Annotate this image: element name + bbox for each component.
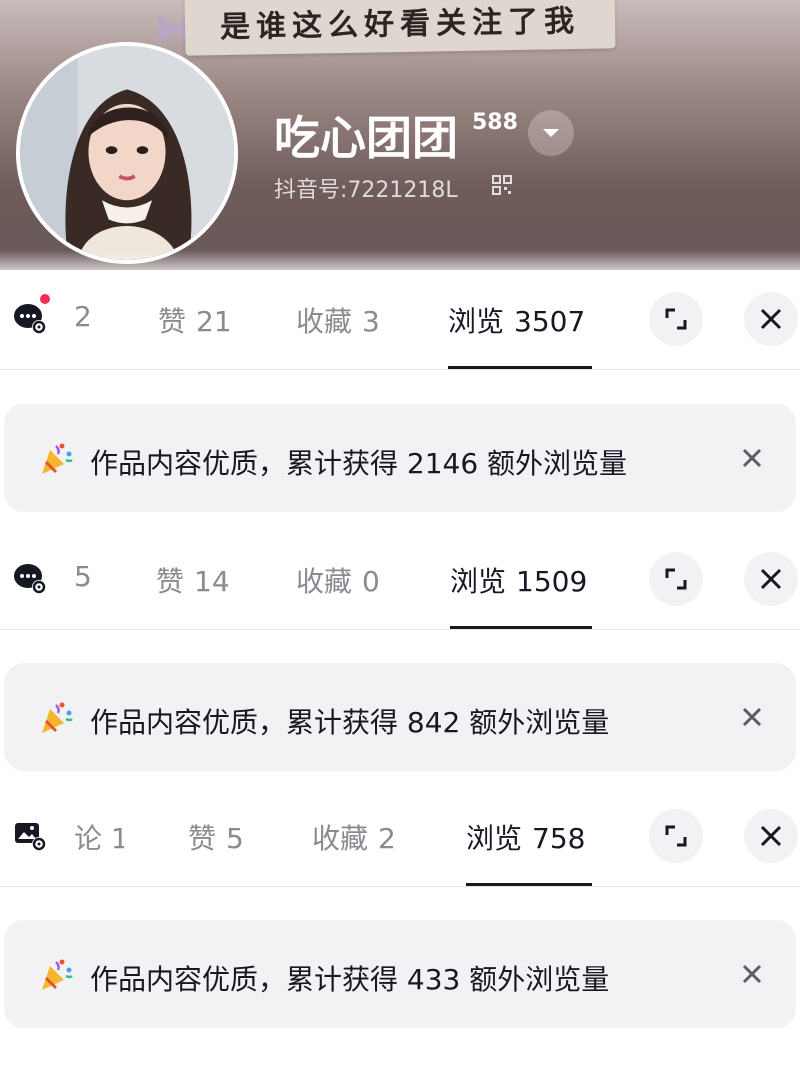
stat-views[interactable]: 浏览 758 [466,817,585,857]
comment-settings-icon[interactable] [12,560,48,596]
username: 吃心团团 [274,111,458,165]
account-switch-button[interactable] [528,110,574,156]
stat-label: 收藏 [312,822,369,855]
notice-text: 作品内容优质，累计获得 433 额外浏览量 [90,963,610,996]
row-divider [0,369,800,370]
profile-header: 是谁这么好看关注了我 吃心团团 588 抖音号:7221218L [0,0,800,270]
stat-label: 浏览 [450,565,507,598]
stat-label: 浏览 [448,305,505,338]
close-icon [760,825,782,847]
stat-views[interactable]: 浏览 3507 [448,300,585,340]
stat-comments-clipped[interactable]: 论 1 [74,817,124,857]
banner-text: 是谁这么好看关注了我 [219,3,581,46]
stat-label: 赞 [158,305,187,338]
close-button[interactable] [744,292,798,346]
stat-likes[interactable]: 赞 14 [156,560,230,600]
stat-favorites[interactable]: 收藏 0 [296,560,380,600]
stat-value: 0 [362,565,380,598]
close-button[interactable] [744,552,798,606]
stat-label: 浏览 [466,822,523,855]
row-divider [0,629,800,630]
expand-icon [665,825,687,847]
stat-value: 1509 [516,565,588,598]
stat-value: 758 [532,822,586,855]
stat-favorites[interactable]: 收藏 3 [296,300,380,340]
stats-row: 论 1 赞5 收藏 2 浏览 758 [0,787,800,887]
stat-likes[interactable]: 赞 21 [158,300,232,340]
stat-value: 14 [194,565,230,598]
party-popper-icon [42,702,73,733]
stat-label: 收藏 [296,305,353,338]
notice-card: 作品内容优质，累计获得 2146 额外浏览量 [4,404,796,512]
stat-value: 21 [196,305,232,338]
qr-code-icon[interactable] [492,175,512,195]
stat-comments-clipped[interactable]: 2 [74,300,92,333]
notice-text: 作品内容优质，累计获得 2146 额外浏览量 [90,447,628,480]
notice-card: 作品内容优质，累计获得 433 额外浏览量 [4,920,796,1028]
avatar-image [20,46,234,260]
row-divider [0,886,800,887]
close-icon[interactable] [738,960,766,988]
expand-icon [665,568,687,590]
expand-icon [665,308,687,330]
stat-label: 收藏 [296,565,353,598]
close-icon [760,308,782,330]
stat-value: 3 [362,305,380,338]
stat-favorites[interactable]: 收藏 2 [312,817,396,857]
image-settings-icon[interactable] [12,817,48,853]
stat-likes[interactable]: 赞5 [188,817,244,857]
close-icon[interactable] [738,444,766,472]
stat-label: 赞 [156,565,185,598]
party-popper-icon [42,959,73,990]
stat-label: 赞 [188,822,217,855]
stats-row: 5 赞 14 收藏 0 浏览 1509 [0,530,800,630]
follower-count: 588 [472,110,518,135]
stat-views[interactable]: 浏览 1509 [450,560,587,600]
expand-button[interactable] [649,552,703,606]
close-icon[interactable] [738,703,766,731]
close-button[interactable] [744,809,798,863]
chevron-down-icon [543,129,559,137]
profile-banner: 是谁这么好看关注了我 [184,0,616,56]
stat-value: 2 [378,822,396,855]
stats-row: 2 赞 21 收藏 3 浏览 3507 [0,270,800,370]
notification-dot [38,292,52,306]
stat-value: 5 [226,822,244,855]
close-icon [760,568,782,590]
avatar[interactable] [16,42,238,264]
notice-text: 作品内容优质，累计获得 842 额外浏览量 [90,706,610,739]
douyin-id: 抖音号:7221218L [274,178,458,203]
expand-button[interactable] [649,292,703,346]
stat-comments-clipped[interactable]: 5 [74,560,90,593]
stat-value: 3507 [514,305,586,338]
notice-card: 作品内容优质，累计获得 842 额外浏览量 [4,663,796,771]
party-popper-icon [42,443,73,474]
expand-button[interactable] [649,809,703,863]
